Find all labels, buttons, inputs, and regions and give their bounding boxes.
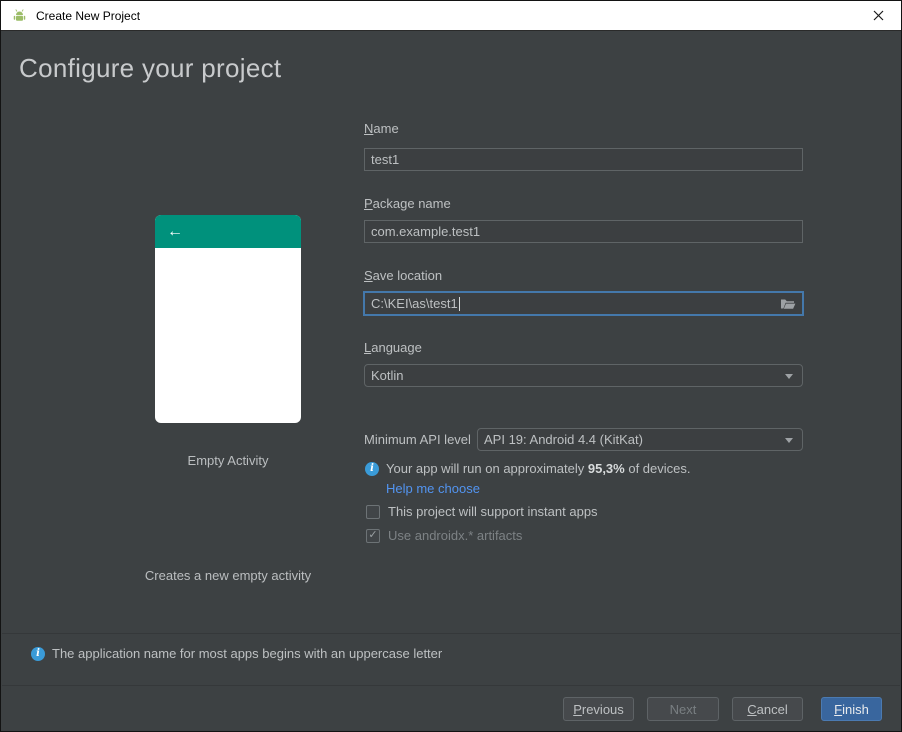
package-name-label: Package name	[364, 196, 451, 211]
footer-hint-text: The application name for most apps begin…	[52, 646, 443, 661]
titlebar: Create New Project	[1, 1, 901, 31]
chevron-down-icon	[785, 437, 793, 443]
close-button[interactable]	[856, 1, 901, 30]
separator	[2, 633, 900, 634]
text-caret	[458, 296, 460, 311]
androidx-checkbox-row: ✓ Use androidx.* artifacts	[366, 528, 522, 543]
check-icon: ✓	[368, 529, 378, 541]
chevron-down-icon	[785, 373, 793, 379]
min-api-label: Minimum API level	[364, 432, 471, 447]
window-title: Create New Project	[36, 8, 141, 23]
previous-button[interactable]: Previous	[563, 697, 634, 721]
page-title: Configure your project	[19, 53, 282, 83]
androidx-label: Use androidx.* artifacts	[388, 528, 523, 543]
footer-hint-row: i The application name for most apps beg…	[31, 646, 442, 661]
min-api-selected-value: API 19: Android 4.4 (KitKat)	[484, 432, 643, 447]
next-button[interactable]: Next	[647, 697, 719, 721]
name-input[interactable]	[364, 148, 803, 171]
template-preview-card: ←	[155, 215, 301, 423]
android-logo-icon	[11, 9, 28, 22]
back-arrow-icon: ←	[167, 222, 183, 240]
template-name: Empty Activity	[187, 453, 269, 468]
template-description: Creates a new empty activity	[144, 568, 312, 583]
device-percentage: 95,3%	[587, 461, 625, 476]
help-me-choose-link[interactable]: Help me choose	[386, 481, 480, 496]
name-label: Name	[364, 121, 399, 136]
checkbox-unchecked-icon[interactable]	[366, 504, 380, 519]
save-location-value: C:\KEI\as\test1	[371, 296, 458, 311]
save-location-label: Save location	[364, 268, 443, 283]
instant-apps-label: This project will support instant apps	[388, 504, 598, 519]
info-icon: i	[365, 462, 379, 476]
checkbox-checked-icon: ✓	[366, 528, 380, 543]
finish-button[interactable]: Finish	[821, 697, 882, 721]
save-location-input[interactable]: C:\KEI\as\test1	[363, 291, 804, 316]
info-icon: i	[31, 646, 45, 661]
browse-folder-button[interactable]	[780, 298, 796, 310]
template-preview-appbar: ←	[155, 215, 301, 248]
cancel-button[interactable]: Cancel	[732, 697, 803, 721]
separator	[2, 685, 900, 686]
api-info-text: Your app will run on approximately 95,3%…	[386, 461, 691, 476]
instant-apps-checkbox-row[interactable]: This project will support instant apps	[366, 504, 598, 519]
create-new-project-dialog: Create New Project Configure your projec…	[0, 0, 902, 732]
min-api-dropdown[interactable]: API 19: Android 4.4 (KitKat)	[477, 428, 803, 451]
language-label: Language	[364, 340, 422, 355]
folder-icon	[781, 299, 796, 309]
close-icon	[873, 10, 884, 21]
language-dropdown[interactable]: Kotlin	[364, 364, 803, 387]
package-name-input[interactable]	[364, 220, 803, 243]
language-selected-value: Kotlin	[371, 368, 404, 383]
api-info-row: i Your app will run on approximately 95,…	[365, 461, 691, 476]
